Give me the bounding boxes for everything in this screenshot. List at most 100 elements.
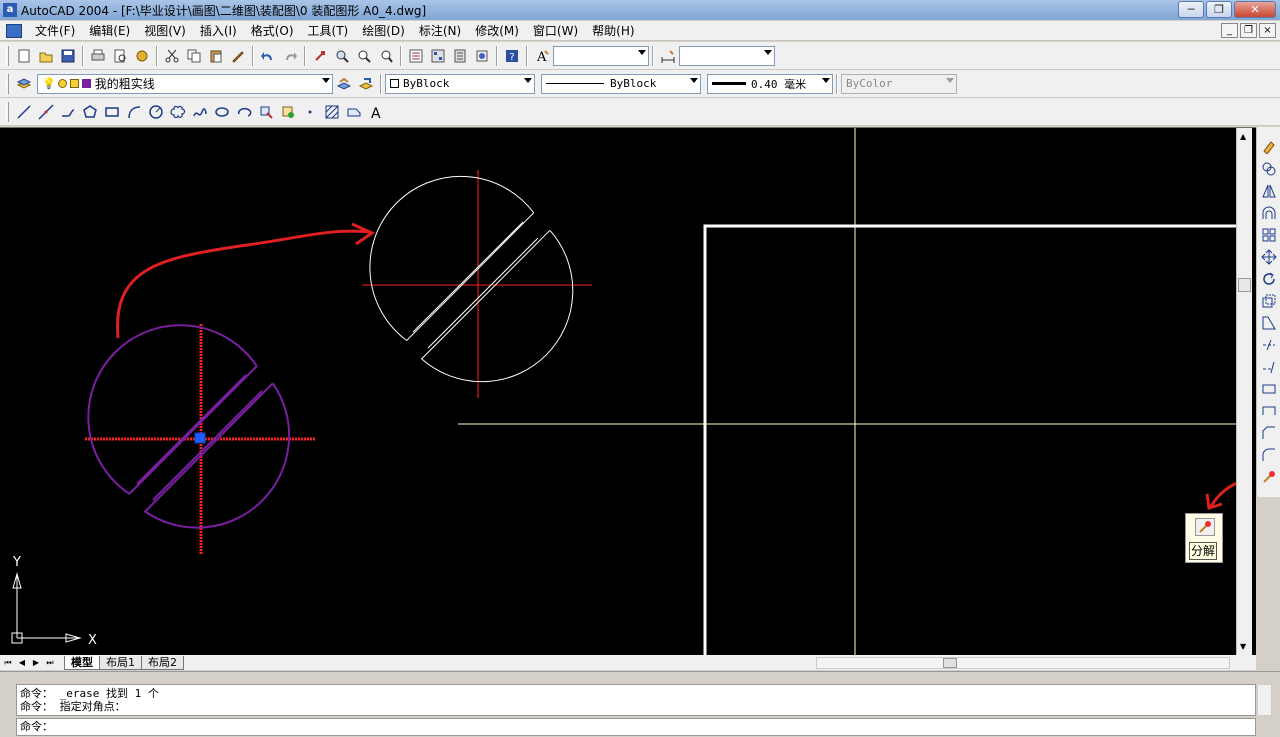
print-preview-icon[interactable] — [109, 45, 131, 67]
restore-button[interactable]: ❐ — [1206, 1, 1232, 18]
tab-model[interactable]: 模型 — [64, 655, 100, 670]
make-block-icon[interactable] — [277, 101, 299, 123]
menu-draw[interactable]: 绘图(D) — [355, 21, 412, 41]
drawing-svg[interactable]: Y X — [0, 128, 1256, 656]
dimension-style-icon[interactable] — [657, 45, 679, 67]
rotate-icon[interactable] — [1260, 270, 1278, 288]
zoom-realtime-icon[interactable] — [331, 45, 353, 67]
drawing-frame[interactable] — [703, 224, 1236, 656]
screw-head-copy[interactable] — [362, 170, 592, 398]
chevron-down-icon[interactable] — [638, 49, 646, 55]
open-icon[interactable] — [35, 45, 57, 67]
color-combo[interactable]: ByBlock — [385, 73, 535, 94]
cut-icon[interactable] — [161, 45, 183, 67]
stretch-icon[interactable] — [1260, 314, 1278, 332]
extend-icon[interactable] — [1260, 358, 1278, 376]
command-input[interactable]: 命令： — [16, 718, 1256, 736]
zoom-previous-icon[interactable] — [375, 45, 397, 67]
help-icon[interactable]: ? — [501, 45, 523, 67]
break-at-point-icon[interactable] — [1260, 380, 1278, 398]
unlock-icon[interactable] — [69, 79, 79, 88]
move-icon[interactable] — [1260, 248, 1278, 266]
break-icon[interactable] — [1260, 402, 1278, 420]
zoom-window-icon[interactable] — [353, 45, 375, 67]
copy-object-icon[interactable] — [1260, 160, 1278, 178]
publish-icon[interactable] — [131, 45, 153, 67]
explode-icon[interactable] — [1260, 468, 1278, 486]
print-icon[interactable] — [87, 45, 109, 67]
tool-palettes-icon[interactable] — [449, 45, 471, 67]
point-icon[interactable] — [299, 101, 321, 123]
tab-layout2[interactable]: 布局2 — [141, 655, 184, 670]
trim-icon[interactable] — [1260, 336, 1278, 354]
scale-icon[interactable] — [1260, 292, 1278, 310]
dimension-style-combo[interactable] — [679, 45, 775, 66]
menu-modify[interactable]: 修改(M) — [468, 21, 526, 41]
toolbar-grip[interactable] — [6, 101, 9, 122]
offset-icon[interactable] — [1260, 204, 1278, 222]
text-style-combo[interactable] — [553, 45, 649, 66]
copy-icon[interactable] — [183, 45, 205, 67]
menu-edit[interactable]: 编辑(E) — [82, 21, 137, 41]
undo-icon[interactable] — [257, 45, 279, 67]
layer-manager-icon[interactable] — [13, 73, 35, 95]
grip-handle[interactable] — [194, 432, 206, 444]
pan-icon[interactable] — [309, 45, 331, 67]
polygon-icon[interactable] — [79, 101, 101, 123]
drawing-canvas[interactable]: Y X — [0, 127, 1256, 656]
minimize-button[interactable]: ─ — [1178, 1, 1204, 18]
design-center-icon[interactable] — [427, 45, 449, 67]
hatch-icon[interactable] — [321, 101, 343, 123]
rectangle-icon[interactable] — [101, 101, 123, 123]
ellipse-arc-icon[interactable] — [233, 101, 255, 123]
match-properties-icon[interactable] — [227, 45, 249, 67]
ellipse-icon[interactable] — [211, 101, 233, 123]
tab-layout1[interactable]: 布局1 — [99, 655, 142, 670]
doc-close-button[interactable]: × — [1259, 23, 1276, 38]
new-icon[interactable] — [13, 45, 35, 67]
mirror-icon[interactable] — [1260, 182, 1278, 200]
explode-icon[interactable] — [1195, 518, 1215, 536]
menu-format[interactable]: 格式(O) — [244, 21, 301, 41]
horizontal-scrollbar[interactable] — [816, 657, 1230, 669]
first-tab-button[interactable]: ⏮ — [2, 657, 14, 669]
bulb-on-icon[interactable]: 💡 — [42, 77, 56, 90]
autocad-app-icon[interactable]: a — [3, 3, 17, 17]
doc-restore-button[interactable]: ❐ — [1240, 23, 1257, 38]
array-icon[interactable] — [1260, 226, 1278, 244]
chevron-down-icon[interactable] — [822, 77, 830, 83]
command-history-scrollbar[interactable] — [1257, 684, 1272, 716]
scroll-down-arrow[interactable]: ▼ — [1240, 642, 1246, 651]
text-style-icon[interactable]: A — [531, 45, 553, 67]
layer-combo[interactable]: 💡 我的粗实线 — [37, 73, 333, 94]
chevron-down-icon[interactable] — [524, 77, 532, 83]
insert-block-icon[interactable] — [255, 101, 277, 123]
menu-window[interactable]: 窗口(W) — [526, 21, 585, 41]
toolbar-grip[interactable] — [6, 45, 9, 66]
menu-dimension[interactable]: 标注(N) — [412, 21, 468, 41]
make-object-layer-current-icon[interactable] — [333, 73, 355, 95]
doc-minimize-button[interactable]: _ — [1221, 23, 1238, 38]
dbconnect-icon[interactable] — [471, 45, 493, 67]
chamfer-icon[interactable] — [1260, 424, 1278, 442]
prev-tab-button[interactable]: ◀ — [16, 657, 28, 669]
scroll-up-arrow[interactable]: ▲ — [1240, 132, 1246, 141]
revision-cloud-icon[interactable] — [167, 101, 189, 123]
properties-icon[interactable] — [405, 45, 427, 67]
redo-icon[interactable] — [279, 45, 301, 67]
menu-file[interactable]: 文件(F) — [28, 21, 82, 41]
toolbar-grip[interactable] — [6, 73, 9, 94]
region-icon[interactable] — [343, 101, 365, 123]
menu-help[interactable]: 帮助(H) — [585, 21, 641, 41]
fillet-icon[interactable] — [1260, 446, 1278, 464]
menu-view[interactable]: 视图(V) — [137, 21, 193, 41]
spline-icon[interactable] — [189, 101, 211, 123]
last-tab-button[interactable]: ⏭ — [44, 657, 56, 669]
screw-head-selected[interactable] — [85, 324, 316, 554]
line-icon[interactable] — [13, 101, 35, 123]
document-icon[interactable] — [6, 23, 22, 38]
lineweight-combo[interactable]: 0.40 毫米 — [707, 73, 833, 94]
next-tab-button[interactable]: ▶ — [30, 657, 42, 669]
paste-icon[interactable] — [205, 45, 227, 67]
vertical-scroll-thumb[interactable] — [1238, 278, 1251, 292]
